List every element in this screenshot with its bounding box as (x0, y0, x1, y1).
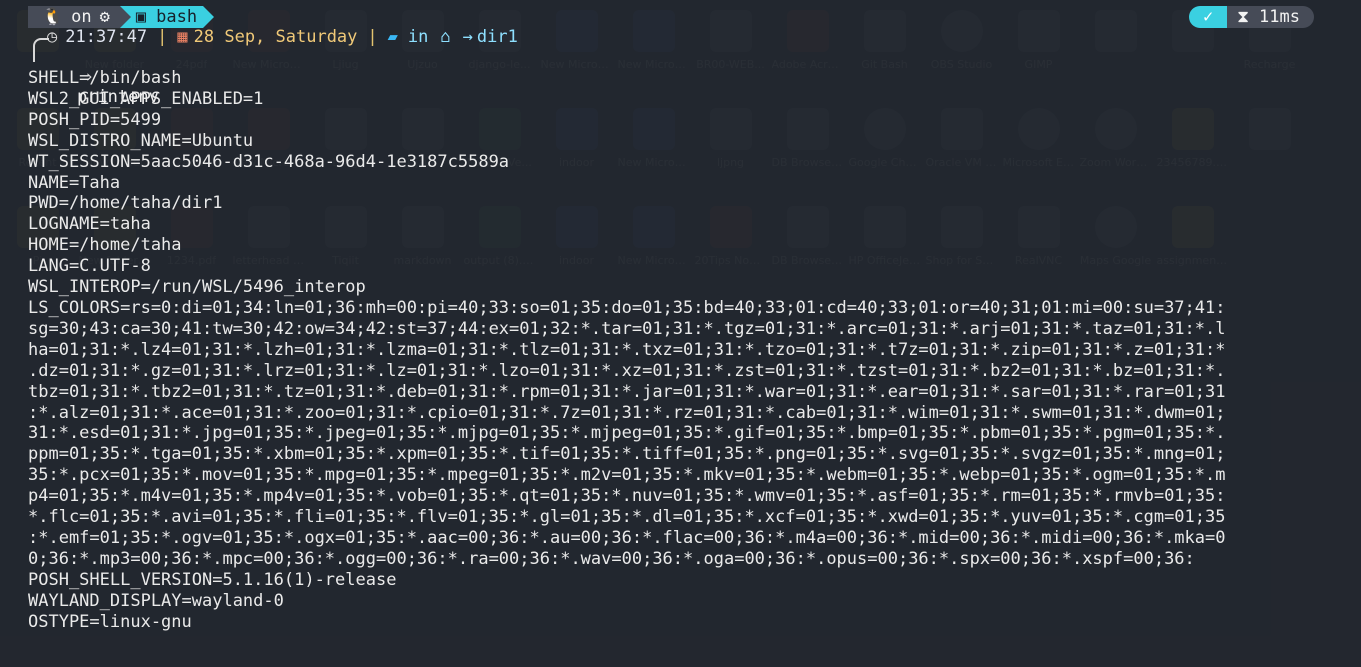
output-line: ppm=01;35:*.tga=01;35:*.xbm=01;35:*.xpm=… (28, 444, 1226, 465)
prompt-in-word: in (407, 27, 429, 47)
check-icon: ✓ (1202, 7, 1214, 27)
arrow-right-icon: → (462, 27, 473, 47)
prompt-date: 28 Sep, Saturday (193, 27, 358, 47)
calendar-icon: ▦ (177, 27, 188, 47)
folder-icon: ▰ (387, 27, 398, 47)
output-line: LANG=C.UTF-8 (28, 256, 151, 277)
output-line: OSTYPE=linux-gnu (28, 611, 192, 632)
exit-status-segment: ✓ (1189, 6, 1228, 28)
output-line: LS_COLORS=rs=0:di=01;34:ln=01;36:mh=00:p… (28, 297, 1226, 318)
prompt-right-segments: ✓ ⧗ 11ms (1189, 6, 1314, 28)
prompt-info-line: ◷ 21:37:47 | ▦ 28 Sep, Saturday | ▰ in ⌂… (27, 26, 518, 48)
output-line: SHELL=/bin/bash (28, 68, 182, 88)
output-line: sg=30;43:ca=30;41:tw=30;42:ow=34;42:st=3… (28, 318, 1226, 339)
output-line: POSH_SHELL_VERSION=5.1.16(1)-release (28, 569, 397, 590)
output-line: PWD=/home/taha/dir1 (28, 193, 223, 214)
clock-icon: ◷ (47, 27, 58, 47)
output-line: *.flc=01;35:*.avi=01;35:*.fli=01;35:*.fl… (28, 507, 1226, 528)
terminal-icon: ▣ (135, 7, 147, 27)
output-line: 35:*.pcx=01;35:*.mov=01;35:*.mpg=01;35:*… (28, 465, 1226, 486)
execution-duration: 11ms (1259, 7, 1300, 27)
output-line: POSH_PID=5499 (28, 109, 162, 130)
current-directory: dir1 (476, 27, 518, 47)
prompt-left-segments: 🐧 on ⚙ ▣ bash (28, 6, 215, 28)
prompt-time: 21:37:47 (65, 27, 148, 47)
execution-time-segment: ⧗ 11ms (1227, 6, 1314, 28)
output-line: ha=01;31:*.lz4=01;31:*.lzh=01;31:*.lzma=… (28, 339, 1226, 360)
output-line: 31:*.esd=01;31:*.jpg=01;35:*.jpeg=01;35:… (28, 423, 1226, 444)
os-segment: 🐧 on ⚙ (28, 6, 120, 28)
linux-icon: 🐧 (42, 7, 64, 27)
output-line: 0;36:*.mp3=00;36:*.mpc=00;36:*.ogg=00;36… (28, 548, 1195, 569)
output-line: .dz=01;31:*.gz=01;31:*.lrz=01;31:*.lz=01… (28, 360, 1226, 381)
output-line: HOME=/home/taha (28, 235, 182, 256)
terminal-window[interactable]: 🐧 on ⚙ ▣ bash ✓ ⧗ 11ms ◷ 21:37:47 | ▦ 28… (0, 0, 1361, 667)
gear-icon: ⚙ (99, 7, 110, 27)
separator-pipe: | (367, 27, 378, 47)
command-output: SHELL=/bin/bash WSL2_GUI_APPS_ENABLED=1 PO… (28, 68, 1326, 632)
output-line: WT_SESSION=5aac5046-d31c-468a-96d4-1e318… (28, 151, 510, 172)
separator-pipe: | (157, 27, 168, 47)
shell-segment: ▣ bash (119, 6, 215, 28)
output-line: NAME=Taha (28, 172, 121, 193)
output-line: :*.alz=01;31:*.ace=01;31:*.zoo=01;31:*.c… (28, 402, 1226, 423)
output-line: tbz=01;31:*.tbz2=01;31:*.tz=01;31:*.deb=… (28, 381, 1226, 402)
home-icon: ⌂ (440, 27, 451, 47)
hourglass-icon: ⧗ (1237, 7, 1250, 27)
shell-name: bash (156, 7, 198, 27)
os-segment-label: on (71, 7, 92, 27)
output-line: WAYLAND_DISPLAY=wayland-0 (28, 590, 284, 611)
output-line: :*.emf=01;35:*.ogv=01;35:*.ogx=01;35:*.a… (28, 527, 1226, 548)
output-line: WSL_INTEROP=/run/WSL/5496_interop (28, 277, 366, 298)
output-line: p4=01;35:*.m4v=01;35:*.mp4v=01;35:*.vob=… (28, 486, 1226, 507)
output-line: LOGNAME=taha (28, 214, 151, 235)
output-line: WSL2_GUI_APPS_ENABLED=1 (28, 88, 264, 109)
output-line: WSL_DISTRO_NAME=Ubuntu (28, 130, 254, 151)
